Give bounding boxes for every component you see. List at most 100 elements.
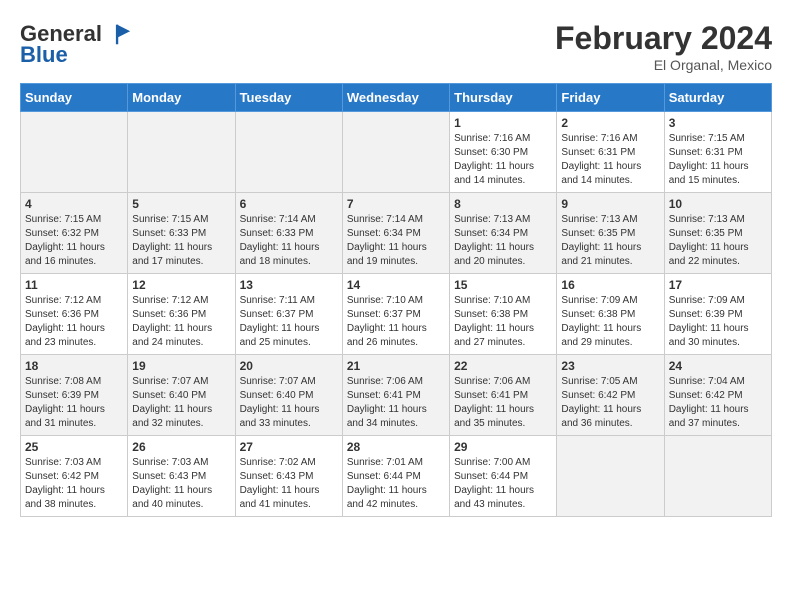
calendar-header-row: Sunday Monday Tuesday Wednesday Thursday…	[21, 84, 772, 112]
calendar-cell: 28 Sunrise: 7:01 AMSunset: 6:44 PMDayligh…	[342, 436, 449, 517]
day-number: 20	[240, 359, 338, 373]
day-info: Sunrise: 7:04 AMSunset: 6:42 PMDaylight:…	[669, 375, 767, 431]
calendar-cell: 15 Sunrise: 7:10 AMSunset: 6:38 PMDayligh…	[450, 274, 557, 355]
day-info: Sunrise: 7:13 AMSunset: 6:35 PMDaylight:…	[669, 213, 767, 269]
day-number: 15	[454, 278, 552, 292]
day-info: Sunrise: 7:12 AMSunset: 6:36 PMDaylight:…	[25, 294, 123, 350]
day-number: 21	[347, 359, 445, 373]
day-info: Sunrise: 7:01 AMSunset: 6:44 PMDaylight:…	[347, 456, 445, 512]
day-info: Sunrise: 7:11 AMSunset: 6:37 PMDaylight:…	[240, 294, 338, 350]
day-number: 28	[347, 440, 445, 454]
day-info: Sunrise: 7:09 AMSunset: 6:39 PMDaylight:…	[669, 294, 767, 350]
day-info: Sunrise: 7:06 AMSunset: 6:41 PMDaylight:…	[454, 375, 552, 431]
calendar-cell: 17 Sunrise: 7:09 AMSunset: 6:39 PMDayligh…	[664, 274, 771, 355]
calendar-cell: 11Sunrise: 7:12 AMSunset: 6:36 PMDayligh…	[21, 274, 128, 355]
calendar-cell: 10 Sunrise: 7:13 AMSunset: 6:35 PMDayligh…	[664, 193, 771, 274]
calendar-cell	[128, 112, 235, 193]
day-number: 24	[669, 359, 767, 373]
col-friday: Friday	[557, 84, 664, 112]
col-saturday: Saturday	[664, 84, 771, 112]
col-wednesday: Wednesday	[342, 84, 449, 112]
day-number: 22	[454, 359, 552, 373]
day-info: Sunrise: 7:13 AMSunset: 6:35 PMDaylight:…	[561, 213, 659, 269]
day-number: 4	[25, 197, 123, 211]
day-info: Sunrise: 7:13 AMSunset: 6:34 PMDaylight:…	[454, 213, 552, 269]
day-number: 29	[454, 440, 552, 454]
col-sunday: Sunday	[21, 84, 128, 112]
day-info: Sunrise: 7:02 AMSunset: 6:43 PMDaylight:…	[240, 456, 338, 512]
col-tuesday: Tuesday	[235, 84, 342, 112]
day-number: 6	[240, 197, 338, 211]
day-number: 16	[561, 278, 659, 292]
calendar-cell: 27 Sunrise: 7:02 AMSunset: 6:43 PMDayligh…	[235, 436, 342, 517]
day-number: 25	[25, 440, 123, 454]
logo-text: General Blue	[20, 20, 132, 68]
calendar-cell: 24 Sunrise: 7:04 AMSunset: 6:42 PMDayligh…	[664, 355, 771, 436]
calendar-cell: 6 Sunrise: 7:14 AMSunset: 6:33 PMDaylight…	[235, 193, 342, 274]
day-number: 10	[669, 197, 767, 211]
calendar-cell: 18Sunrise: 7:08 AMSunset: 6:39 PMDayligh…	[21, 355, 128, 436]
calendar-cell: 22 Sunrise: 7:06 AMSunset: 6:41 PMDayligh…	[450, 355, 557, 436]
day-info: Sunrise: 7:15 AMSunset: 6:31 PMDaylight:…	[669, 132, 767, 188]
title-block: February 2024 El Organal, Mexico	[555, 20, 772, 73]
calendar-cell: 8 Sunrise: 7:13 AMSunset: 6:34 PMDaylight…	[450, 193, 557, 274]
day-info: Sunrise: 7:05 AMSunset: 6:42 PMDaylight:…	[561, 375, 659, 431]
calendar-cell	[342, 112, 449, 193]
calendar-cell: 13 Sunrise: 7:11 AMSunset: 6:37 PMDayligh…	[235, 274, 342, 355]
day-number: 13	[240, 278, 338, 292]
day-info: Sunrise: 7:15 AMSunset: 6:33 PMDaylight:…	[132, 213, 230, 269]
day-info: Sunrise: 7:14 AMSunset: 6:34 PMDaylight:…	[347, 213, 445, 269]
calendar-cell: 5 Sunrise: 7:15 AMSunset: 6:33 PMDaylight…	[128, 193, 235, 274]
location: El Organal, Mexico	[555, 57, 772, 73]
day-number: 17	[669, 278, 767, 292]
day-number: 1	[454, 116, 552, 130]
day-info: Sunrise: 7:15 AMSunset: 6:32 PMDaylight:…	[25, 213, 123, 269]
day-info: Sunrise: 7:00 AMSunset: 6:44 PMDaylight:…	[454, 456, 552, 512]
day-number: 19	[132, 359, 230, 373]
day-info: Sunrise: 7:10 AMSunset: 6:38 PMDaylight:…	[454, 294, 552, 350]
day-number: 5	[132, 197, 230, 211]
calendar-cell: 2 Sunrise: 7:16 AMSunset: 6:31 PMDaylight…	[557, 112, 664, 193]
logo: General Blue	[20, 20, 132, 68]
day-info: Sunrise: 7:16 AMSunset: 6:30 PMDaylight:…	[454, 132, 552, 188]
day-info: Sunrise: 7:03 AMSunset: 6:43 PMDaylight:…	[132, 456, 230, 512]
day-number: 8	[454, 197, 552, 211]
calendar-cell: 20Sunrise: 7:07 AMSunset: 6:40 PMDayligh…	[235, 355, 342, 436]
page-header: General Blue February 2024 El Organal, M…	[20, 20, 772, 73]
day-info: Sunrise: 7:03 AMSunset: 6:42 PMDaylight:…	[25, 456, 123, 512]
calendar-cell	[664, 436, 771, 517]
day-number: 26	[132, 440, 230, 454]
day-number: 9	[561, 197, 659, 211]
calendar-cell: 1 Sunrise: 7:16 AMSunset: 6:30 PMDaylight…	[450, 112, 557, 193]
day-number: 18	[25, 359, 123, 373]
calendar-cell: 3Sunrise: 7:15 AMSunset: 6:31 PMDaylight…	[664, 112, 771, 193]
calendar-cell	[235, 112, 342, 193]
day-info: Sunrise: 7:10 AMSunset: 6:37 PMDaylight:…	[347, 294, 445, 350]
calendar-cell: 23 Sunrise: 7:05 AMSunset: 6:42 PMDayligh…	[557, 355, 664, 436]
logo-flag-icon	[104, 20, 132, 48]
calendar-cell: 9 Sunrise: 7:13 AMSunset: 6:35 PMDaylight…	[557, 193, 664, 274]
calendar-cell: 21 Sunrise: 7:06 AMSunset: 6:41 PMDayligh…	[342, 355, 449, 436]
calendar-cell	[21, 112, 128, 193]
day-number: 7	[347, 197, 445, 211]
day-number: 14	[347, 278, 445, 292]
calendar-week-row: 11Sunrise: 7:12 AMSunset: 6:36 PMDayligh…	[21, 274, 772, 355]
day-info: Sunrise: 7:12 AMSunset: 6:36 PMDaylight:…	[132, 294, 230, 350]
calendar-week-row: 25 Sunrise: 7:03 AMSunset: 6:42 PMDayligh…	[21, 436, 772, 517]
day-info: Sunrise: 7:16 AMSunset: 6:31 PMDaylight:…	[561, 132, 659, 188]
calendar-week-row: 18Sunrise: 7:08 AMSunset: 6:39 PMDayligh…	[21, 355, 772, 436]
calendar-cell: 26 Sunrise: 7:03 AMSunset: 6:43 PMDayligh…	[128, 436, 235, 517]
calendar-table: Sunday Monday Tuesday Wednesday Thursday…	[20, 83, 772, 517]
calendar-week-row: 1 Sunrise: 7:16 AMSunset: 6:30 PMDaylight…	[21, 112, 772, 193]
day-number: 12	[132, 278, 230, 292]
day-number: 27	[240, 440, 338, 454]
day-number: 2	[561, 116, 659, 130]
col-monday: Monday	[128, 84, 235, 112]
day-number: 23	[561, 359, 659, 373]
calendar-cell: 16Sunrise: 7:09 AMSunset: 6:38 PMDayligh…	[557, 274, 664, 355]
calendar-week-row: 4 Sunrise: 7:15 AMSunset: 6:32 PMDaylight…	[21, 193, 772, 274]
calendar-cell: 7 Sunrise: 7:14 AMSunset: 6:34 PMDaylight…	[342, 193, 449, 274]
day-info: Sunrise: 7:14 AMSunset: 6:33 PMDaylight:…	[240, 213, 338, 269]
day-info: Sunrise: 7:06 AMSunset: 6:41 PMDaylight:…	[347, 375, 445, 431]
calendar-cell	[557, 436, 664, 517]
